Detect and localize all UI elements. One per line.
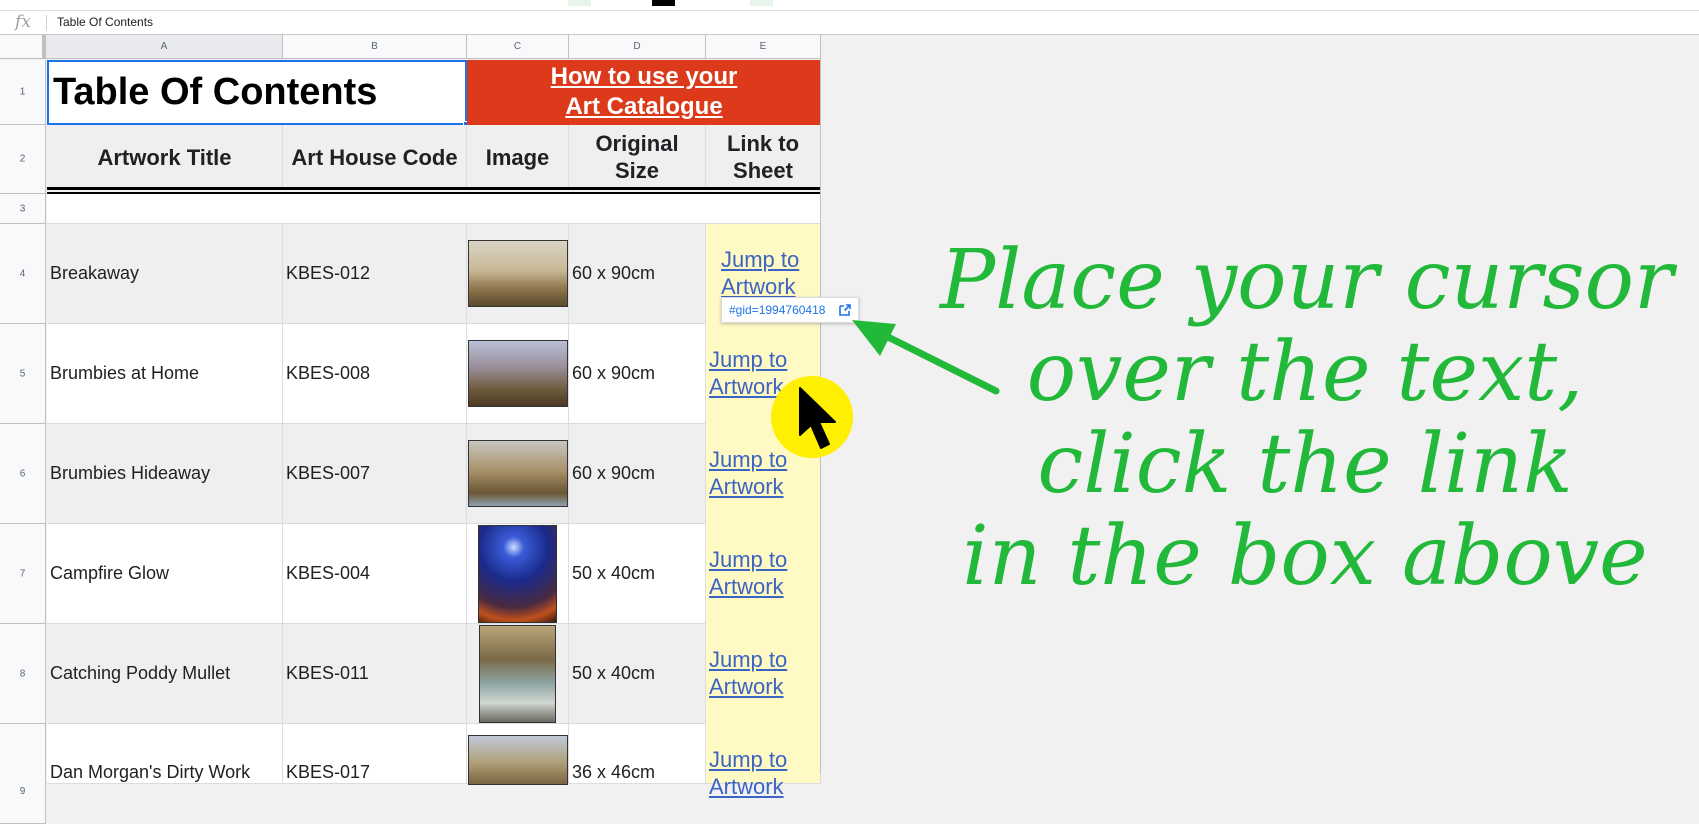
column-header-b[interactable]: B <box>283 35 467 59</box>
header-artwork-title[interactable]: Artwork Title <box>47 125 283 189</box>
original-size[interactable]: 36 x 46cm <box>572 762 655 783</box>
jump-to-artwork-link[interactable]: Jump to Artwork <box>709 746 787 800</box>
fx-icon: fx <box>15 12 31 32</box>
col-sep-b <box>282 224 283 784</box>
column-header-e[interactable]: E <box>706 35 821 59</box>
toolbar-strip <box>0 0 1699 11</box>
mouse-pointer-icon <box>799 387 836 449</box>
row-header-2[interactable]: 2 <box>0 125 46 194</box>
external-link-icon[interactable] <box>838 303 852 317</box>
instruction-line-3: click the link <box>1037 417 1573 512</box>
artwork-title[interactable]: Campfire Glow <box>50 563 169 584</box>
row-header-4[interactable]: 4 <box>0 224 46 324</box>
header-art-house-code[interactable]: Art House Code <box>283 125 467 189</box>
artwork-thumbnail[interactable] <box>468 440 568 507</box>
original-size[interactable]: 50 x 40cm <box>572 663 655 684</box>
header-link-to-sheet[interactable]: Link to Sheet <box>706 125 821 189</box>
fill-color-swatch[interactable] <box>568 0 591 6</box>
row-header-7[interactable]: 7 <box>0 524 46 624</box>
artwork-title[interactable]: Catching Poddy Mullet <box>50 663 230 684</box>
art-house-code[interactable]: KBES-008 <box>286 363 370 384</box>
artwork-thumbnail[interactable] <box>478 525 557 623</box>
cell-a1-title[interactable]: Table Of Contents <box>47 60 467 125</box>
artwork-thumbnail[interactable] <box>468 735 568 785</box>
formula-separator <box>46 15 47 31</box>
art-house-code[interactable]: KBES-007 <box>286 463 370 484</box>
jump-to-artwork-link[interactable]: Jump to Artwork <box>709 446 787 500</box>
art-house-code[interactable]: KBES-017 <box>286 762 370 783</box>
artwork-title[interactable]: Brumbies Hideaway <box>50 463 210 484</box>
instruction-annotation: Place your cursor over the text, click t… <box>940 233 1674 604</box>
header-border-top <box>47 187 821 190</box>
col-sep-c <box>466 224 467 784</box>
jump-to-artwork-link[interactable]: Jump to Artwork <box>709 346 787 400</box>
column-header-a[interactable]: A <box>46 35 283 59</box>
instruction-line-1: Place your cursor <box>940 233 1674 328</box>
artwork-title[interactable]: Breakaway <box>50 263 139 284</box>
row-header-5[interactable]: 5 <box>0 324 46 424</box>
how-to-line-2: Art Catalogue <box>565 93 723 120</box>
column-header-d[interactable]: D <box>569 35 706 59</box>
header-original-size[interactable]: Original Size <box>569 125 706 189</box>
how-to-line-1: How to use your <box>550 63 738 90</box>
border-swatch[interactable] <box>750 0 773 6</box>
formula-input[interactable]: Table Of Contents <box>57 11 153 34</box>
link-preview-text[interactable]: #gid=1994760418 <box>729 303 825 317</box>
jump-to-artwork-link[interactable]: Jump to Artwork <box>709 646 787 700</box>
formula-bar: fx Table Of Contents <box>0 11 1699 35</box>
artwork-thumbnail[interactable] <box>479 625 556 723</box>
row-header-6[interactable]: 6 <box>0 424 46 524</box>
how-to-use-link[interactable]: How to use your Art Catalogue <box>467 60 821 125</box>
row-header-1[interactable]: 1 <box>0 60 46 125</box>
instruction-line-2: over the text, <box>1026 325 1584 420</box>
row-header-8[interactable]: 8 <box>0 624 46 724</box>
header-link-line-2: Sheet <box>733 158 793 183</box>
artwork-thumbnail[interactable] <box>468 340 568 407</box>
art-house-code[interactable]: KBES-004 <box>286 563 370 584</box>
text-color-swatch[interactable] <box>652 0 675 6</box>
artwork-title[interactable]: Dan Morgan's Dirty Work <box>50 762 250 783</box>
header-image[interactable]: Image <box>467 125 569 189</box>
instruction-line-4: in the box above <box>962 509 1648 604</box>
link-preview-tooltip[interactable]: #gid=1994760418 <box>721 297 859 323</box>
header-link-line-1: Link to <box>726 131 800 156</box>
jump-to-artwork-link[interactable]: Jump to Artwork <box>709 546 787 600</box>
select-all-corner[interactable] <box>0 35 46 59</box>
original-size[interactable]: 60 x 90cm <box>572 463 655 484</box>
artwork-title[interactable]: Brumbies at Home <box>50 363 199 384</box>
original-size[interactable]: 60 x 90cm <box>572 363 655 384</box>
original-size[interactable]: 50 x 40cm <box>572 563 655 584</box>
art-house-code[interactable]: KBES-011 <box>286 663 369 684</box>
row-header-3[interactable]: 3 <box>0 194 46 224</box>
col-sep-d <box>568 224 569 784</box>
header-size-line-2: Size <box>614 158 660 183</box>
art-house-code[interactable]: KBES-012 <box>286 263 370 284</box>
row-header-9[interactable]: 9 <box>0 724 46 824</box>
original-size[interactable]: 60 x 90cm <box>572 263 655 284</box>
column-header-c[interactable]: C <box>467 35 569 59</box>
jump-to-artwork-link[interactable]: Jump to Artwork <box>721 246 799 300</box>
row-3-blank[interactable] <box>47 194 821 224</box>
artwork-thumbnail[interactable] <box>468 240 568 307</box>
header-size-line-1: Original <box>595 131 679 156</box>
